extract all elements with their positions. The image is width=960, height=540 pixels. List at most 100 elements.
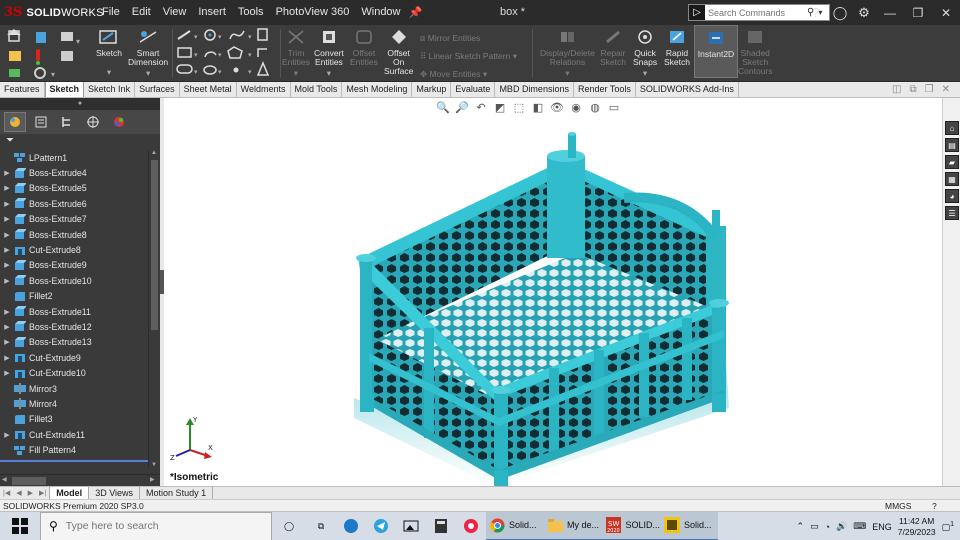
- convert-dropdown-icon[interactable]: ▾: [327, 69, 331, 78]
- bottom-tab-motion-study-1[interactable]: Motion Study 1: [140, 487, 214, 499]
- trim-entities-button[interactable]: Trim Entities ▾: [282, 27, 310, 78]
- property-manager-tab-icon[interactable]: [30, 112, 52, 132]
- scroll-thumb[interactable]: [151, 160, 158, 330]
- tab-features[interactable]: Features: [0, 82, 45, 97]
- expand-arrow-icon[interactable]: ▶: [0, 261, 14, 269]
- menu-edit[interactable]: Edit: [126, 0, 157, 25]
- scroll-down-icon[interactable]: ▼: [151, 462, 157, 468]
- tree-item-boss-extrude13[interactable]: ▶ Boss-Extrude13: [0, 335, 148, 350]
- sketch-dropdown-icon[interactable]: ▾: [107, 68, 111, 77]
- tree-item-fillet2[interactable]: Fillet2: [0, 289, 148, 304]
- tab-mold-tools[interactable]: Mold Tools: [291, 82, 343, 97]
- tree-item-boss-extrude10[interactable]: ▶ Boss-Extrude10: [0, 273, 148, 288]
- options-gear-icon[interactable]: ⚙: [852, 5, 876, 21]
- convert-entities-button[interactable]: Convert Entities ▾: [314, 27, 344, 78]
- rollback-bar[interactable]: [0, 460, 148, 462]
- graphics-area[interactable]: 🔍 🔎 ↶ ◩ ⬚ ◧ 👁 ◉ ◍ ▭ Z X Y *Isometric: [164, 98, 942, 486]
- user-account-icon[interactable]: ◯: [828, 5, 852, 21]
- tree-item-lpattern1[interactable]: LPattern1: [0, 150, 148, 165]
- tree-item-boss-extrude9[interactable]: ▶ Boss-Extrude9: [0, 258, 148, 273]
- clock[interactable]: 11:42 AM 7/29/2023: [898, 516, 936, 538]
- mirror-entities-button[interactable]: ⧈ Mirror Entities: [420, 29, 517, 47]
- minimize-button[interactable]: —: [876, 6, 904, 20]
- rapid-sketch-button[interactable]: Rapid Sketch: [664, 27, 690, 67]
- dimxpert-manager-tab-icon[interactable]: [82, 112, 104, 132]
- tab-mbd-dimensions[interactable]: MBD Dimensions: [495, 82, 574, 97]
- calculator-icon[interactable]: [426, 512, 456, 540]
- tree-horizontal-scrollbar[interactable]: ◀ ▶: [0, 474, 160, 486]
- pin-menu-icon[interactable]: 📌: [409, 6, 423, 19]
- tree-item-boss-extrude7[interactable]: ▶ Boss-Extrude7: [0, 212, 148, 227]
- tree-item-boss-extrude4[interactable]: ▶ Boss-Extrude4: [0, 165, 148, 180]
- linear-sketch-pattern-button[interactable]: ⠿ Linear Sketch Pattern ▾: [420, 47, 517, 65]
- panel-handle[interactable]: ●: [0, 98, 160, 110]
- offset-entities-button[interactable]: Offset Entities: [350, 27, 378, 67]
- search-mode-icon[interactable]: ▷: [689, 5, 705, 20]
- sketch-tools-grid[interactable]: ▾ ▾ ▾ ▾ ▾ ▾ ▾ ▾ ▾: [174, 27, 278, 81]
- tree-item-boss-extrude8[interactable]: ▶ Boss-Extrude8: [0, 227, 148, 242]
- quick-access-toolbar[interactable]: ▾ ▾: [6, 29, 90, 79]
- tree-item-boss-extrude6[interactable]: ▶ Boss-Extrude6: [0, 196, 148, 211]
- expand-arrow-icon[interactable]: ▶: [0, 184, 14, 192]
- expand-arrow-icon[interactable]: ▶: [0, 277, 14, 285]
- help-icon[interactable]: ?: [804, 5, 828, 20]
- tree-item-cut-extrude11[interactable]: ▶ Cut-Extrude11: [0, 427, 148, 442]
- crate-model[interactable]: [164, 98, 942, 486]
- recorder-icon[interactable]: [456, 512, 486, 540]
- tree-item-fillet3[interactable]: Fillet3: [0, 412, 148, 427]
- tab-sketch-ink[interactable]: Sketch Ink: [84, 82, 136, 97]
- volume-icon[interactable]: 🔊: [836, 521, 847, 532]
- quick-snaps-dropdown-icon[interactable]: ▾: [643, 69, 647, 78]
- tab-sheet-metal[interactable]: Sheet Metal: [180, 82, 237, 97]
- tree-item-fill-pattern4[interactable]: Fill Pattern4: [0, 442, 148, 457]
- taskbar-search-input[interactable]: [65, 520, 246, 532]
- photos-icon[interactable]: [396, 512, 426, 540]
- close-document-icon[interactable]: ✕: [942, 82, 950, 98]
- display-delete-relations-button[interactable]: Display/Delete Relations ▾: [540, 27, 595, 78]
- edge-icon[interactable]: [336, 512, 366, 540]
- tree-item-cut-extrude10[interactable]: ▶ Cut-Extrude10: [0, 365, 148, 380]
- view-palette-icon[interactable]: ▦: [945, 172, 959, 186]
- repair-sketch-button[interactable]: Repair Sketch: [600, 27, 626, 67]
- tree-filter-icon[interactable]: ⏷: [0, 134, 160, 148]
- expand-arrow-icon[interactable]: ▶: [0, 200, 14, 208]
- tree-item-cut-extrude8[interactable]: ▶ Cut-Extrude8: [0, 242, 148, 257]
- tree-vertical-scrollbar[interactable]: ▲ ▼: [148, 150, 160, 468]
- smart-dimension-button[interactable]: Smart Dimension ▾: [128, 27, 168, 78]
- custom-properties-icon[interactable]: ☰: [945, 206, 959, 220]
- search-commands-input[interactable]: [705, 7, 805, 18]
- taskbar-solidworks[interactable]: Solid...: [660, 511, 718, 540]
- tab-evaluate[interactable]: Evaluate: [451, 82, 496, 97]
- ime-icon[interactable]: ⌨: [853, 521, 866, 532]
- scroll-left-icon[interactable]: ◀: [2, 476, 7, 483]
- tab-markup[interactable]: Markup: [412, 82, 452, 97]
- menu-view[interactable]: View: [157, 0, 193, 25]
- tab-mesh-modeling[interactable]: Mesh Modeling: [342, 82, 413, 97]
- appearances-scenes-icon[interactable]: ◕: [945, 189, 959, 203]
- smart-dimension-dropdown-icon[interactable]: ▾: [146, 69, 150, 78]
- move-entities-button[interactable]: ✥ Move Entities ▾: [420, 65, 517, 83]
- taskbar-solidworks-2020[interactable]: SW 2020 SOLID...: [602, 511, 660, 540]
- expand-arrow-icon[interactable]: ▶: [0, 354, 14, 362]
- bottom-tab-model[interactable]: Model: [49, 487, 90, 499]
- taskbar-file-explorer[interactable]: My de...: [544, 511, 602, 540]
- expand-arrow-icon[interactable]: ▶: [0, 169, 14, 177]
- start-button[interactable]: [0, 512, 40, 540]
- next-tab-icon[interactable]: ▶: [25, 489, 36, 497]
- cortana-icon[interactable]: ◯: [272, 512, 306, 540]
- bottom-tab-3d-views[interactable]: 3D Views: [89, 487, 141, 499]
- tab-surfaces[interactable]: Surfaces: [135, 82, 180, 97]
- prev-tab-icon[interactable]: ◀: [13, 489, 24, 497]
- quick-snaps-button[interactable]: Quick Snaps ▾: [633, 27, 657, 78]
- telegram-icon[interactable]: [366, 512, 396, 540]
- tile-window-icon[interactable]: ◫: [892, 82, 901, 98]
- configuration-manager-tab-icon[interactable]: [56, 112, 78, 132]
- tree-item-boss-extrude11[interactable]: ▶ Boss-Extrude11: [0, 304, 148, 319]
- taskbar-search[interactable]: ⚲: [40, 511, 272, 540]
- expand-arrow-icon[interactable]: ▶: [0, 231, 14, 239]
- tab-render-tools[interactable]: Render Tools: [574, 82, 636, 97]
- instant2d-button[interactable]: Instant2D: [694, 25, 738, 78]
- feature-manager-tab-icon[interactable]: [4, 112, 26, 132]
- close-button[interactable]: ✕: [932, 6, 960, 20]
- language-indicator[interactable]: ENG: [872, 522, 892, 532]
